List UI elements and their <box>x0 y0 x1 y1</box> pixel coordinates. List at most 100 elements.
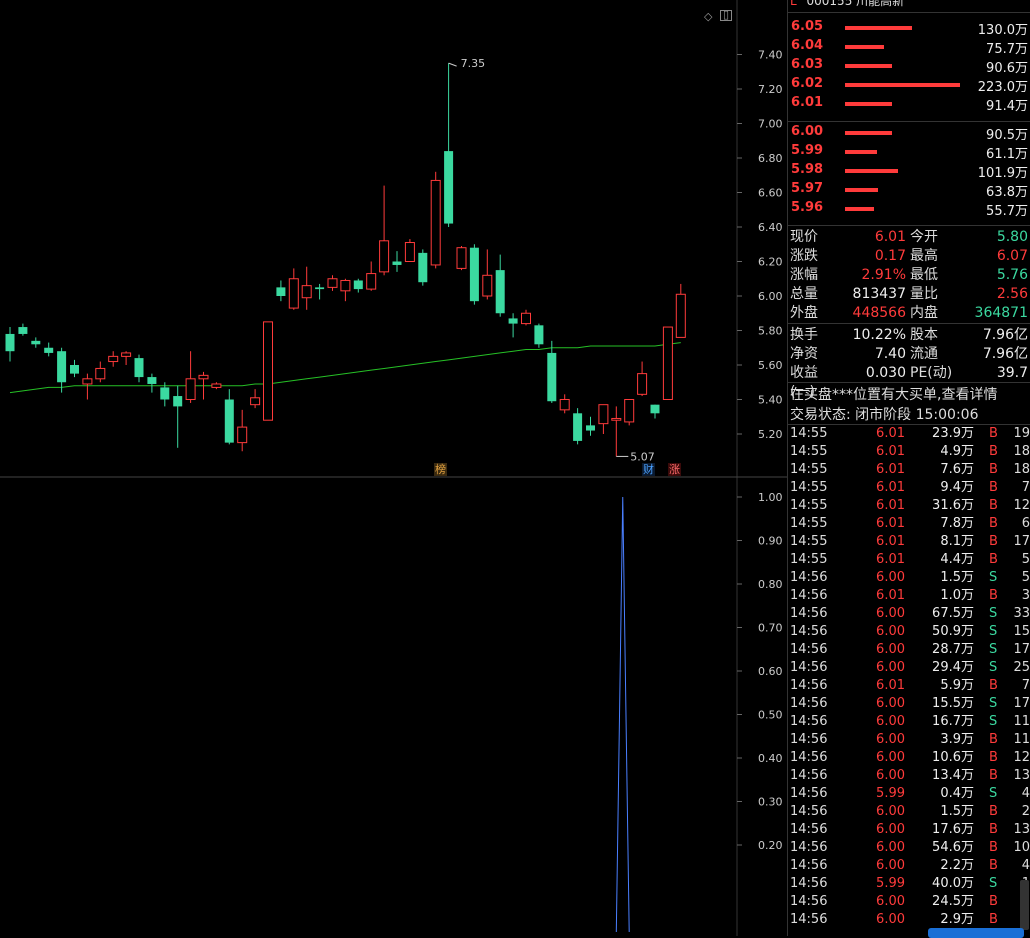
stock-title: L 000155 川能高新 <box>790 0 904 9</box>
order-book-row[interactable]: 5.98 101.9万 <box>790 162 1030 181</box>
tick-time: 14:55 <box>790 516 828 531</box>
ma-line <box>9 342 681 394</box>
tick-time: 14:56 <box>790 732 828 747</box>
order-volume: 75.7万 <box>986 42 1028 57</box>
order-book-row[interactable]: 6.04 75.7万 <box>790 38 1030 57</box>
order-volume-bar <box>845 45 884 49</box>
order-book-row[interactable]: 6.03 90.6万 <box>790 57 1030 76</box>
tick-volume: 29.4万 <box>932 660 974 675</box>
order-volume-bar <box>845 150 877 154</box>
marker-cai[interactable]: 财 <box>642 463 655 476</box>
tick-price: 6.00 <box>876 840 905 855</box>
order-volume: 55.7万 <box>986 204 1028 219</box>
tick-side: B <box>989 804 998 819</box>
tick-price: 6.00 <box>876 714 905 729</box>
divider <box>788 323 1030 324</box>
tick-time: 14:56 <box>790 768 828 783</box>
tick-time: 14:56 <box>790 858 828 873</box>
tick-side: S <box>989 624 998 639</box>
quote-label: 今开 <box>910 229 938 245</box>
tick-price: 6.00 <box>876 894 905 909</box>
tick-side: S <box>989 660 998 675</box>
tick-count: 4 <box>1021 858 1030 873</box>
indicator-line <box>615 496 630 933</box>
tick-price: 6.01 <box>876 516 905 531</box>
tick-side: B <box>989 480 998 495</box>
tick-side: B <box>989 462 998 477</box>
price-axis-label: 5.20 <box>758 428 783 441</box>
order-volume: 101.9万 <box>977 166 1028 181</box>
floating-button[interactable] <box>928 928 1024 938</box>
tick-time: 14:56 <box>790 840 828 855</box>
candle-body <box>211 383 222 388</box>
tick-side: B <box>989 516 998 531</box>
tick-row: 14:55 6.01 8.1万 B 17 <box>790 533 1030 551</box>
tick-time: 14:56 <box>790 714 828 729</box>
tick-price: 5.99 <box>876 786 905 801</box>
quote-value: 7.96亿 <box>982 327 1028 343</box>
order-book-row[interactable]: 5.97 63.8万 <box>790 181 1030 200</box>
tick-volume: 1.5万 <box>940 570 974 585</box>
candle-body <box>108 355 119 363</box>
tick-price: 6.00 <box>876 732 905 747</box>
tick-side: B <box>989 444 998 459</box>
tick-count: 19 <box>1013 426 1030 441</box>
tick-volume: 13.4万 <box>932 768 974 783</box>
tick-time: 14:55 <box>790 462 828 477</box>
tick-row: 14:56 6.00 10.6万 B 12 <box>790 749 1030 767</box>
tick-price: 6.00 <box>876 804 905 819</box>
order-book-row[interactable]: 6.05 130.0万 <box>790 19 1030 38</box>
tick-time: 14:56 <box>790 588 828 603</box>
tick-count: 13 <box>1013 822 1030 837</box>
tick-side: B <box>989 732 998 747</box>
quote-label: 最低 <box>910 267 938 283</box>
order-price: 6.04 <box>791 38 824 53</box>
order-book-row[interactable]: 6.00 90.5万 <box>790 124 1030 143</box>
tick-price: 6.00 <box>876 696 905 711</box>
tick-scrollbar[interactable] <box>1020 880 1029 930</box>
quote-label: 股本 <box>910 327 938 343</box>
tick-price: 6.01 <box>876 426 905 441</box>
tick-volume: 2.2万 <box>940 858 974 873</box>
tick-volume: 24.5万 <box>932 894 974 909</box>
order-book-row[interactable]: 5.96 55.7万 <box>790 200 1030 219</box>
tick-count: 13 <box>1013 768 1030 783</box>
quote-value: 5.80 <box>996 229 1028 245</box>
candle-body <box>404 242 415 262</box>
marker-bang[interactable]: 榜 <box>434 463 447 476</box>
tick-side: S <box>989 642 998 657</box>
tick-side: S <box>989 570 998 585</box>
candle-body <box>366 273 377 290</box>
tick-count: 12 <box>1013 750 1030 765</box>
candle-body <box>301 285 312 299</box>
order-book-row[interactable]: 6.02 223.0万 <box>790 76 1030 95</box>
quote-value: 6.01 <box>874 229 906 245</box>
quote-label: 涨幅 <box>790 267 818 283</box>
candle-body <box>637 373 648 395</box>
divider <box>788 12 1030 13</box>
big-order-notice[interactable]: 在买盘***位置有大买单,查看详情 <box>790 384 997 404</box>
order-volume-bar <box>845 131 892 135</box>
tick-count: 18 <box>1013 462 1030 477</box>
order-book-row[interactable]: 6.01 91.4万 <box>790 95 1030 114</box>
order-price: 6.00 <box>791 124 824 139</box>
order-price: 5.98 <box>791 162 824 177</box>
quote-value: 448566 <box>852 305 906 321</box>
chart-area[interactable]: 7.40 7.20 7.00 6.80 6.60 6.40 6.20 6.00 5.80 5.60… <box>0 0 787 936</box>
price-axis-label: 6.80 <box>758 152 783 165</box>
indicator-axis-label: 0.80 <box>758 578 783 591</box>
diamond-icon[interactable]: ◇ <box>704 10 712 23</box>
candle-body <box>18 327 28 334</box>
quote-value: 2.56 <box>996 286 1028 302</box>
order-price: 6.01 <box>791 95 824 110</box>
marker-zhang[interactable]: 涨 <box>668 463 681 476</box>
tick-side: S <box>989 714 998 729</box>
order-book-row[interactable]: 5.99 61.1万 <box>790 143 1030 162</box>
order-price: 5.96 <box>791 200 824 215</box>
tick-side: B <box>989 552 998 567</box>
candle-body <box>598 404 609 425</box>
candle-body <box>237 426 248 444</box>
candle-body <box>624 399 635 423</box>
window-toggle-icon[interactable]: ▯ <box>720 9 732 21</box>
tick-price: 6.00 <box>876 912 905 927</box>
